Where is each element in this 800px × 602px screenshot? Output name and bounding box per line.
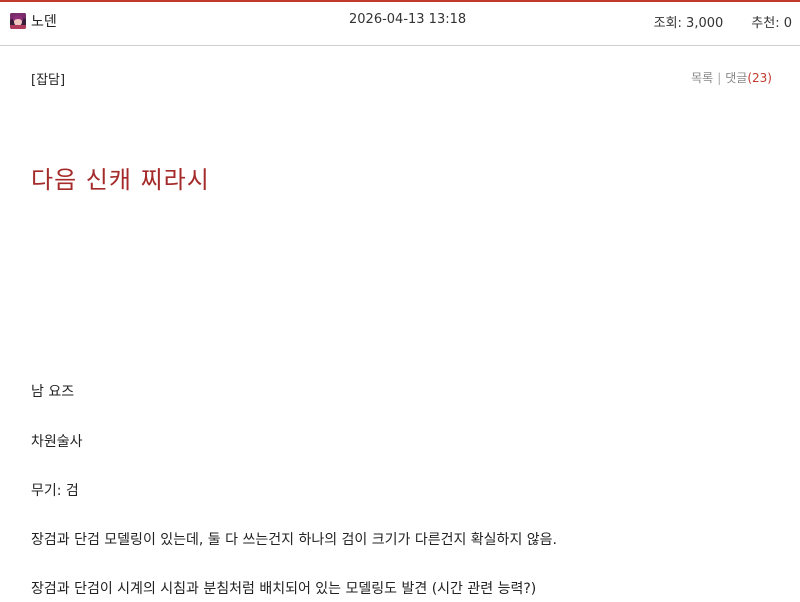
post-line: 장검과 단검 모델링이 있는데, 둘 다 쓰는건지 하나의 검이 크기가 다른건…	[31, 532, 557, 548]
author-name[interactable]: 노덴	[31, 11, 57, 31]
post-header: 노덴 2026-04-13 13:18 조회: 3,000 추천: 0	[0, 2, 800, 46]
post-line: 차원술사	[31, 434, 83, 450]
author-info[interactable]: 노덴	[10, 11, 57, 31]
comments-label: 댓글	[725, 71, 748, 85]
post-stats: 조회: 3,000 추천: 0	[654, 12, 792, 31]
comments-link[interactable]: 댓글(23)	[725, 71, 772, 85]
post-line: 장검과 단검이 시계의 시침과 분침처럼 배치되어 있는 모델링도 발견 (시간…	[31, 581, 537, 597]
post-line: 남 요즈	[31, 384, 75, 400]
view-count: 조회: 3,000	[653, 16, 724, 31]
recommend-count: 추천: 0	[751, 16, 792, 31]
comments-count: (23)	[747, 71, 772, 85]
action-separator: |	[717, 71, 722, 85]
post-title: 다음 신캐 찌라시	[31, 166, 210, 194]
list-link[interactable]: 목록	[691, 71, 713, 85]
post-date: 2026-04-13 13:18	[349, 12, 467, 27]
avatar[interactable]	[10, 13, 26, 29]
post-line: 무기: 검	[31, 483, 79, 499]
post-actions: 목록 | 댓글(23)	[691, 69, 772, 86]
post-category: [잡담]	[31, 73, 66, 88]
character-avatar-icon	[10, 13, 26, 29]
